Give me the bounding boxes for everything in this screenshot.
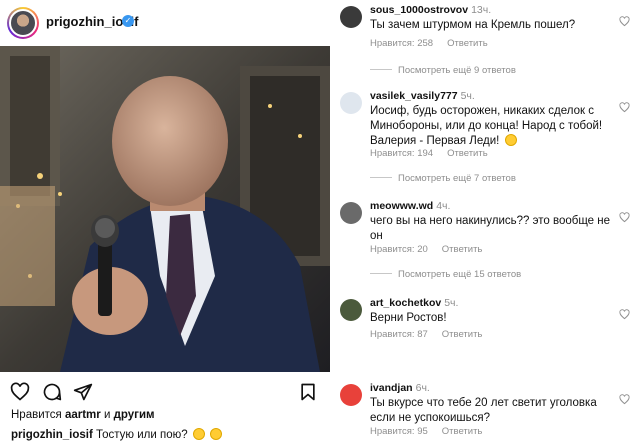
comment-username-text[interactable]: ivandjan <box>370 382 413 394</box>
photo-illustration <box>0 46 330 372</box>
more-replies-line <box>370 273 392 274</box>
caption-text: Тостую или пою? <box>92 429 188 441</box>
reply-button[interactable]: Ответить <box>442 244 483 255</box>
comment-avatar[interactable] <box>340 299 362 321</box>
comment-heart-icon[interactable] <box>619 212 630 223</box>
view-more-replies[interactable]: Посмотреть ещё 15 ответов <box>370 269 521 280</box>
comment-text: Иосиф, будь осторожен, никаких сделок с … <box>370 104 616 149</box>
more-replies-text[interactable]: Посмотреть ещё 7 ответов <box>398 173 516 184</box>
comment-likes[interactable]: Нравится: 95 <box>370 426 428 437</box>
comment-heart-icon[interactable] <box>619 394 630 405</box>
comment-heart-icon[interactable] <box>619 309 630 320</box>
post-caption: prigozhin_iosif Тостую или пою? <box>11 428 223 441</box>
smiling-cat-emoji-icon <box>504 134 517 146</box>
comment-text: чего вы на него накинулись?? это вообще … <box>370 215 610 242</box>
comment-likes[interactable]: Нравится: 258 <box>370 38 433 49</box>
caption-username[interactable]: prigozhin_iosif <box>11 429 93 441</box>
more-replies-line <box>370 177 392 178</box>
comment-avatar[interactable] <box>340 202 362 224</box>
verified-badge-icon: ✓ <box>122 15 134 27</box>
comment-likes[interactable]: Нравится: 20 <box>370 244 428 255</box>
comment-likes[interactable]: Нравится: 87 <box>370 329 428 340</box>
grinning-emoji-icon <box>210 428 223 440</box>
comment-meta: Нравится: 87 Ответить <box>370 329 482 340</box>
comment-username[interactable]: ivandjan 6ч. <box>370 382 430 394</box>
comment-username-text[interactable]: meowww.wd <box>370 200 433 212</box>
more-replies-text[interactable]: Посмотреть ещё 9 ответов <box>398 65 516 76</box>
liked-by-prefix: Нравится <box>11 409 65 421</box>
comment-username-text[interactable]: art_kochetkov <box>370 297 441 309</box>
liked-by-line: Нравится aartmr и другим <box>11 409 155 421</box>
reply-button[interactable]: Ответить <box>442 329 483 340</box>
comment-text: Ты зачем штурмом на Кремль пошел? <box>370 19 576 31</box>
comment-username[interactable]: meowww.wd 4ч. <box>370 200 450 212</box>
comment-text-body: Иосиф, будь осторожен, никаких сделок с … <box>370 105 603 147</box>
view-more-replies[interactable]: Посмотреть ещё 9 ответов <box>370 65 516 76</box>
comment-meta: Нравится: 258 Ответить <box>370 38 488 49</box>
comment-time: 5ч. <box>460 90 475 102</box>
comment-username[interactable]: sous_1000ostrovov 13ч. <box>370 4 491 16</box>
comment-meta: Нравится: 194 Ответить <box>370 148 488 159</box>
reply-button[interactable]: Ответить <box>442 426 483 437</box>
post-actions-bar <box>0 374 330 408</box>
comment-text: Верни Ростов! <box>370 312 447 324</box>
comment-time: 5ч. <box>444 297 459 309</box>
bookmark-icon[interactable] <box>298 382 318 402</box>
comment-username-text[interactable]: sous_1000ostrovov <box>370 4 468 16</box>
comments-panel: sous_1000ostrovov 13ч. Ты зачем штурмом н… <box>334 0 640 442</box>
post-panel: prigozhin_iosif ✓ Нравится aartmr и друг… <box>0 0 330 442</box>
comment-time: 13ч. <box>471 4 492 16</box>
comment-avatar[interactable] <box>340 92 362 114</box>
comment-likes[interactable]: Нравится: 194 <box>370 148 433 159</box>
more-replies-text[interactable]: Посмотреть ещё 15 ответов <box>398 269 521 280</box>
comment-meta: Нравится: 95 Ответить <box>370 426 482 437</box>
comment-time: 4ч. <box>436 200 451 212</box>
avatar[interactable] <box>7 7 39 39</box>
comment-time: 6ч. <box>415 382 430 394</box>
post-photo[interactable] <box>0 46 330 372</box>
view-more-replies[interactable]: Посмотреть ещё 7 ответов <box>370 173 516 184</box>
comment-heart-icon[interactable] <box>619 102 630 113</box>
comment-text: Ты вкурсе что тебе 20 лет светит уголовк… <box>370 397 597 424</box>
comment-icon[interactable] <box>42 382 62 402</box>
heart-outline-icon[interactable] <box>10 382 30 402</box>
liked-by-and: и <box>100 409 114 421</box>
more-replies-line <box>370 69 392 70</box>
comment-username[interactable]: vasilek_vasily777 5ч. <box>370 90 475 102</box>
reply-button[interactable]: Ответить <box>447 148 488 159</box>
comment-username-text[interactable]: vasilek_vasily777 <box>370 90 458 102</box>
laughing-emoji-icon <box>192 428 205 440</box>
comment-username[interactable]: art_kochetkov 5ч. <box>370 297 458 309</box>
comment-meta: Нравится: 20 Ответить <box>370 244 482 255</box>
reply-button[interactable]: Ответить <box>447 38 488 49</box>
liked-by-others[interactable]: другим <box>114 409 155 421</box>
post-header: prigozhin_iosif ✓ <box>0 0 330 46</box>
comment-avatar[interactable] <box>340 6 362 28</box>
comment-heart-icon[interactable] <box>619 16 630 27</box>
comment-avatar[interactable] <box>340 384 362 406</box>
avatar-image <box>9 9 37 37</box>
liked-by-user[interactable]: aartmr <box>65 409 101 421</box>
share-icon[interactable] <box>73 382 93 402</box>
